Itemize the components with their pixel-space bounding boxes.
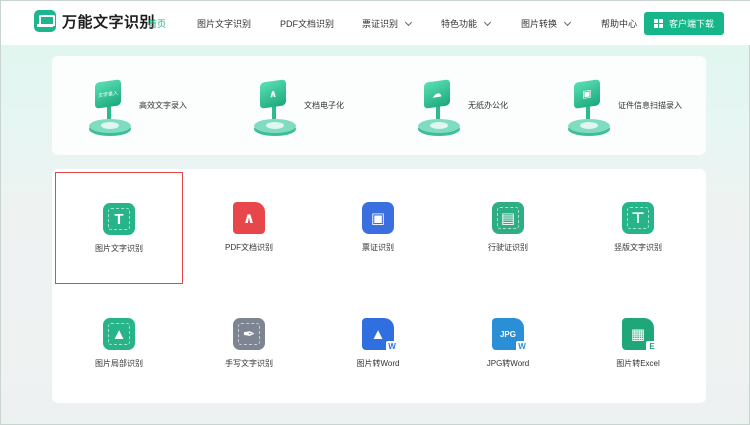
brand-logo[interactable]: 万能文字识别	[34, 10, 155, 32]
top-navbar: 万能文字识别 首页 图片文字识别 PDF文档识别 票证识别 特色功能 图片转换 …	[1, 1, 750, 45]
feature-item: ▣ 证件信息扫描录入	[566, 56, 682, 155]
nav-pdf-ocr[interactable]: PDF文档识别	[280, 17, 334, 30]
client-download-button[interactable]: 客户端下载	[644, 12, 724, 35]
tool-ticket-ocr[interactable]: ▣ 票证识别	[314, 172, 442, 284]
brand-name: 万能文字识别	[62, 13, 156, 31]
image-to-excel-icon: ▦ E	[622, 318, 658, 353]
id-portrait-icon: ▣	[362, 202, 394, 234]
nav-ticket-ocr[interactable]: 票证识别	[362, 17, 413, 30]
tool-image-to-word[interactable]: ▲ W 图片转Word	[314, 288, 442, 400]
tool-vertical-text-ocr[interactable]: ⊤ 竖版文字识别	[574, 172, 702, 284]
text-t-icon: T	[103, 203, 135, 235]
nav-home[interactable]: 首页	[148, 17, 166, 30]
tool-image-partial-ocr[interactable]: ▲ 图片局部识别	[55, 288, 183, 400]
windows-icon	[653, 19, 663, 28]
tools-grid: T 图片文字识别 ∧ PDF文档识别 ▣ 票证识别 ▤ 行驶证识别 ⊤ 竖版文字…	[52, 169, 706, 403]
tool-jpg-to-word[interactable]: JPG W JPG转Word	[444, 288, 572, 400]
pdf-icon: ∧	[233, 202, 265, 234]
tool-pdf-ocr[interactable]: ∧ PDF文档识别	[185, 172, 313, 284]
cloud-icon: ☁	[416, 71, 462, 141]
tool-image-text-ocr[interactable]: T 图片文字识别	[55, 172, 183, 284]
scanner-logo-icon	[34, 10, 56, 32]
nav-help-center[interactable]: 帮助中心	[601, 17, 637, 30]
image-to-word-icon: ▲ W	[362, 318, 398, 353]
feature-banner: 文字录入 高效文字录入 ∧ 文档电子化 ☁ 无纸办公化 ▣ 证件信息扫描录入	[52, 56, 706, 155]
text-entry-icon: 文字录入	[87, 71, 133, 141]
feature-item: 文字录入 高效文字录入	[87, 56, 187, 155]
image-crop-icon: ▲	[103, 318, 135, 350]
tool-driving-license-ocr[interactable]: ▤ 行驶证识别	[444, 172, 572, 284]
chevron-down-icon	[404, 18, 413, 26]
id-card-icon: ▣	[566, 71, 612, 141]
chevron-down-icon	[483, 18, 492, 26]
license-card-icon: ▤	[492, 202, 524, 234]
vertical-text-icon: ⊤	[622, 202, 654, 234]
feature-item: ∧ 文档电子化	[252, 56, 344, 155]
nav-special-features[interactable]: 特色功能	[441, 17, 492, 30]
handwriting-icon: ✒	[233, 318, 265, 350]
jpg-to-word-icon: JPG W	[492, 318, 528, 353]
tool-handwriting-ocr[interactable]: ✒ 手写文字识别	[185, 288, 313, 400]
chevron-down-icon	[563, 18, 572, 26]
nav-image-ocr[interactable]: 图片文字识别	[197, 17, 251, 30]
pdf-icon: ∧	[252, 71, 298, 141]
nav-image-convert[interactable]: 图片转换	[521, 17, 572, 30]
feature-item: ☁ 无纸办公化	[416, 56, 508, 155]
tool-image-to-excel[interactable]: ▦ E 图片转Excel	[574, 288, 702, 400]
